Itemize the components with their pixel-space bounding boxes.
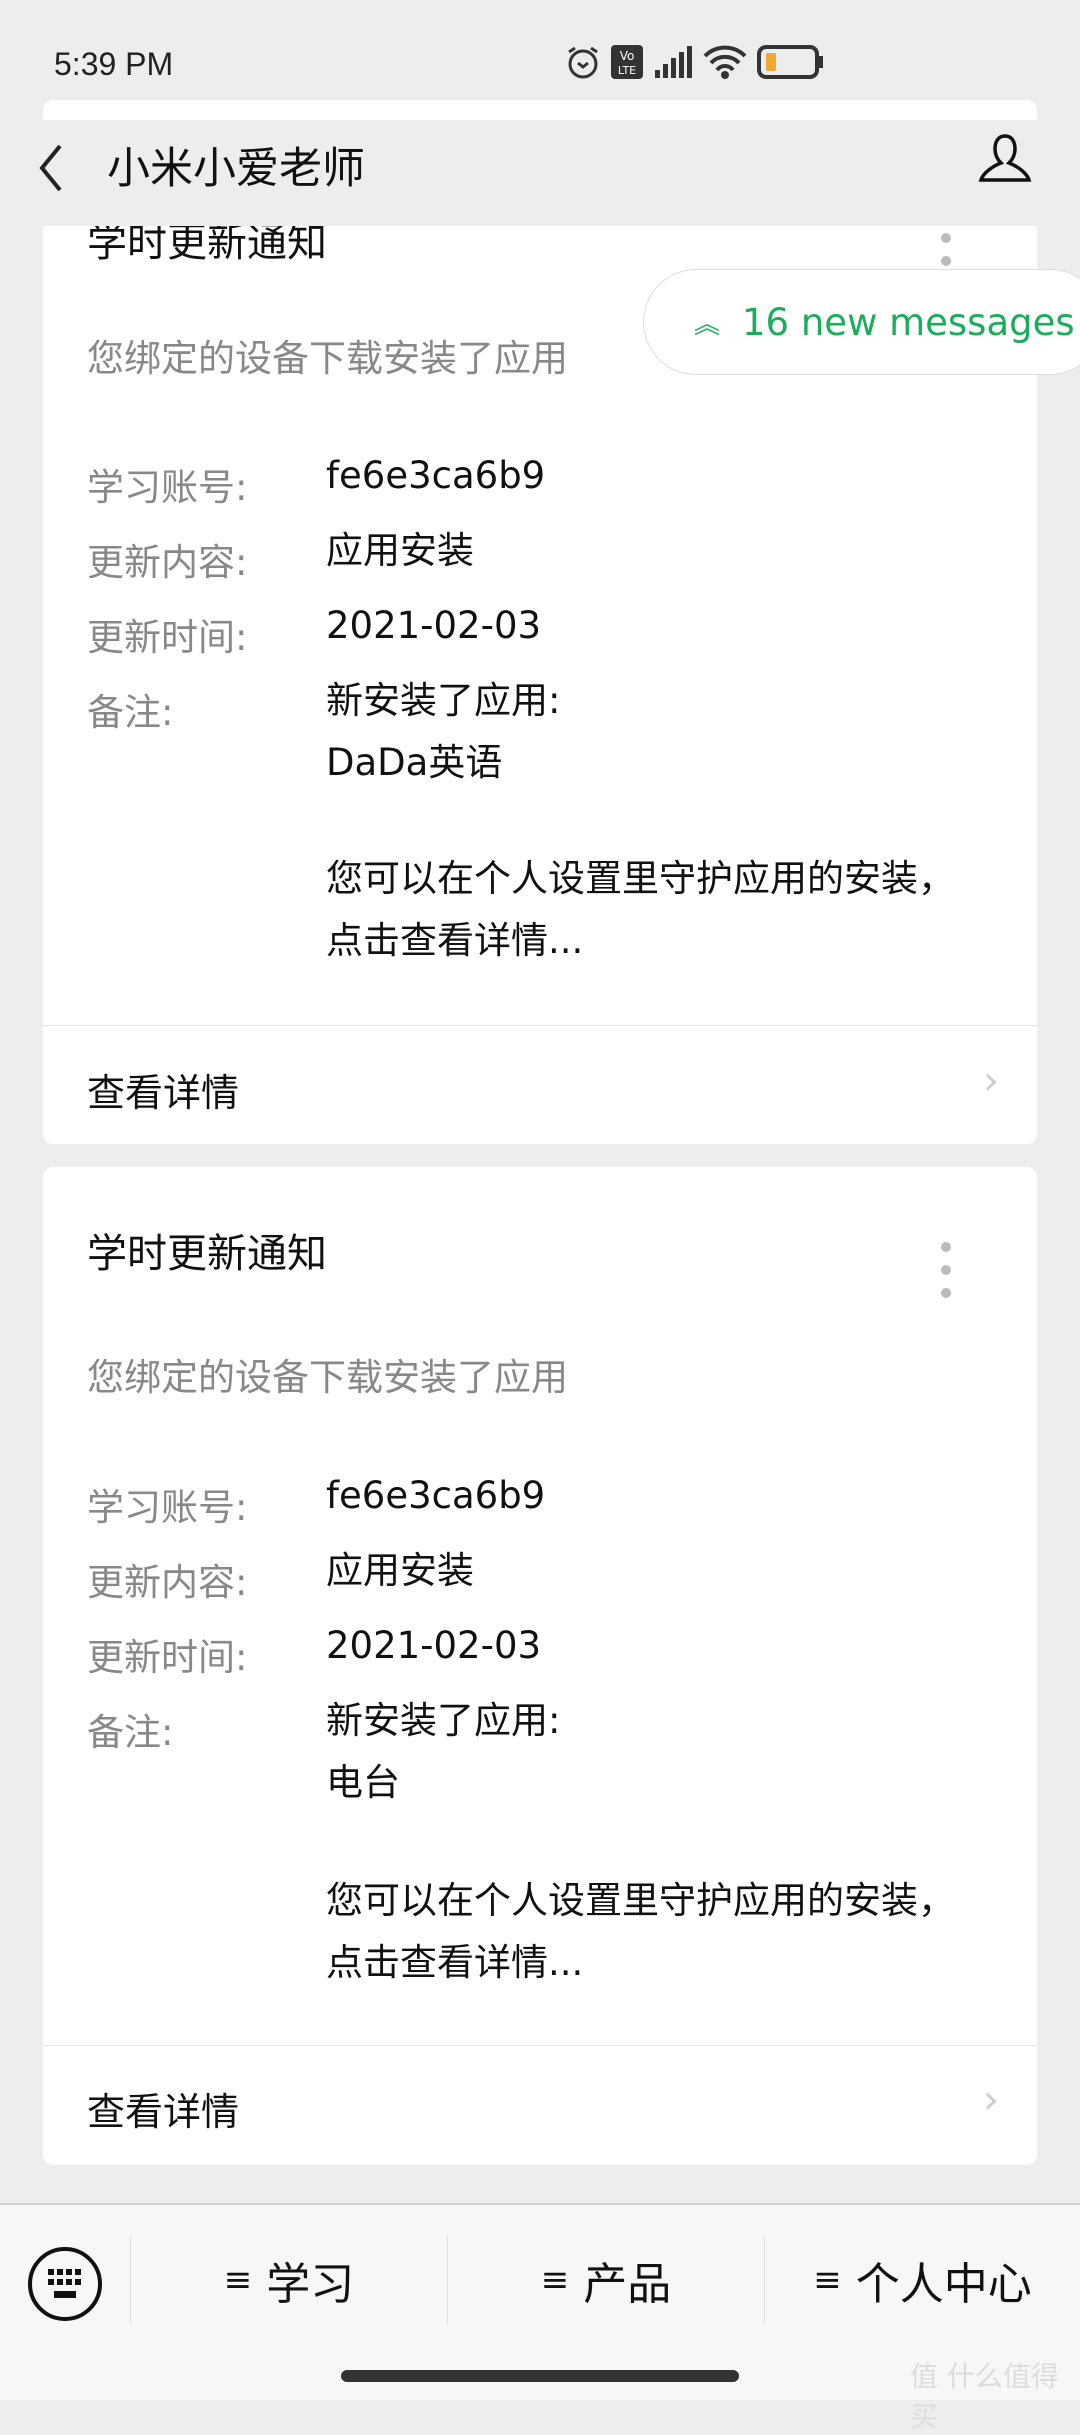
chevron-left-icon [39,144,62,192]
back-button[interactable] [36,134,66,207]
new-messages-button[interactable]: ︽ 16 new messages [643,269,1080,375]
menu-tab-products[interactable]: ≡ 产品 [447,2235,764,2325]
keyboard-icon [48,2269,81,2298]
menu-tab-label: 产品 [583,2259,672,2310]
chevron-right-icon: › [983,1058,999,1104]
chat-header: 小米小爱老师 [0,120,1080,226]
notification-card: 学时更新通知 您绑定的设备下载安装了应用 学习账号: fe6e3ca6b9 更新… [43,100,1037,1144]
row-label: 备注: [87,1711,174,1754]
row-value: 新安装了应用: [326,679,561,722]
menu-tab-label: 学习 [266,2259,355,2310]
alarm-icon [568,46,598,79]
menu-icon: ≡ [813,2260,842,2300]
svg-text:Vo: Vo [620,49,635,63]
menu-icon: ≡ [223,2260,253,2300]
card-title: 学时更新通知 [87,1231,327,1277]
divider [43,2045,1037,2046]
menu-icon: ≡ [540,2260,570,2300]
divider [43,1025,1037,1026]
menu-tab-label: 个人中心 [855,2259,1032,2310]
row-value: 应用安装 [326,529,474,572]
row-label: 更新时间: [87,1636,248,1679]
row-value: 2021-02-03 [326,1624,542,1667]
home-indicator[interactable] [341,2370,739,2382]
page-title: 小米小爱老师 [107,144,365,194]
card-subtitle: 您绑定的设备下载安装了应用 [87,337,568,380]
row-label: 学习账号: [87,466,248,509]
view-details-link[interactable]: 查看详情 [87,2081,239,2136]
card-subtitle: 您绑定的设备下载安装了应用 [87,1356,568,1399]
new-messages-label: 16 new messages [742,300,1075,344]
watermark: 值 什么值得买 [910,2360,1059,2433]
row-value: 新安装了应用: [326,1699,561,1742]
row-value: 2021-02-03 [326,604,542,647]
status-icons: Vo LTE [565,44,825,80]
row-value: fe6e3ca6b9 [326,1474,546,1517]
row-label: 学习账号: [87,1486,248,1529]
wifi-icon [703,45,747,79]
volte-icon: VoLTE [611,45,643,79]
double-chevron-up-icon: ︽ [694,309,721,340]
notification-card: 学时更新通知 您绑定的设备下载安装了应用 学习账号: fe6e3ca6b9 更新… [43,1167,1037,2165]
battery-icon [757,45,823,79]
person-icon [978,134,1032,182]
row-value: 应用安装 [326,1549,474,1592]
row-value: fe6e3ca6b9 [326,454,546,497]
card-note: 您可以在个人设置里守护应用的安装，点击查看详情... [326,1879,955,1984]
row-label: 更新内容: [87,541,248,584]
profile-button[interactable] [975,130,1035,194]
row-value: 电台 [326,1761,400,1804]
more-options-icon[interactable] [941,1242,951,1311]
menu-tab-personal-center[interactable]: ≡ 个人中心 [764,2235,1080,2325]
row-label: 更新内容: [87,1561,248,1604]
menu-tab-study[interactable]: ≡ 学习 [130,2235,447,2325]
row-value: DaDa英语 [326,741,503,784]
chevron-right-icon: › [983,2077,999,2123]
svg-text:LTE: LTE [618,64,636,77]
row-label: 更新时间: [87,616,248,659]
card-note: 您可以在个人设置里守护应用的安装，点击查看详情... [326,857,955,962]
row-label: 备注: [87,691,174,734]
keyboard-toggle-button[interactable] [28,2247,102,2321]
signal-icon [655,46,692,78]
status-time: 5:39 PM [54,46,174,82]
view-details-link[interactable]: 查看详情 [87,1062,239,1117]
